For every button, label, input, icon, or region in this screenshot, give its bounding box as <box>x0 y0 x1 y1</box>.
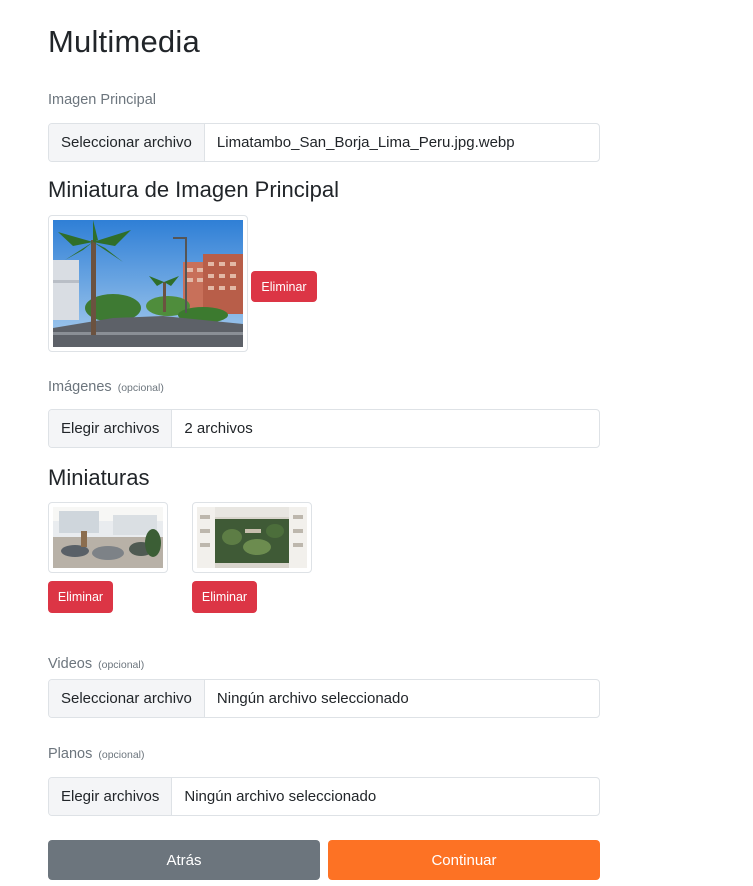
images-choose-button[interactable]: Elegir archivos <box>49 410 173 447</box>
images-file-input[interactable]: Elegir archivos 2 archivos <box>48 409 600 448</box>
plans-optional-hint: (opcional) <box>98 749 145 761</box>
main-image-label: Imagen Principal <box>48 92 156 108</box>
thumbnail-1-image <box>53 507 163 568</box>
main-image-file-input[interactable]: Seleccionar archivo Limatambo_San_Borja_… <box>48 123 600 162</box>
delete-main-thumbnail-button[interactable]: Eliminar <box>251 271 317 302</box>
videos-choose-button[interactable]: Seleccionar archivo <box>49 680 205 717</box>
thumbnail-2-image <box>197 507 307 568</box>
images-optional-hint: (opcional) <box>117 382 164 394</box>
thumbnails-title: Miniaturas <box>48 465 150 490</box>
delete-thumbnail-2-button[interactable]: Eliminar <box>192 581 257 613</box>
plans-file-input[interactable]: Elegir archivos Ningún archivo seleccion… <box>48 777 600 816</box>
images-label: Imágenes (opcional) <box>48 379 164 395</box>
plans-filename: Ningún archivo seleccionado <box>184 788 377 805</box>
plans-label-text: Planos <box>48 746 93 762</box>
back-button[interactable]: Atrás <box>48 840 320 880</box>
videos-label-text: Videos <box>48 656 93 672</box>
main-thumbnail-title: Miniatura de Imagen Principal <box>48 177 340 202</box>
page-title: Multimedia <box>48 24 200 59</box>
main-image-choose-button[interactable]: Seleccionar archivo <box>49 124 205 161</box>
videos-optional-hint: (opcional) <box>98 659 145 671</box>
main-image-filename: Limatambo_San_Borja_Lima_Peru.jpg.webp <box>216 134 515 151</box>
videos-file-input[interactable]: Seleccionar archivo Ningún archivo selec… <box>48 679 600 718</box>
thumbnail-2 <box>192 502 312 573</box>
delete-thumbnail-1-button[interactable]: Eliminar <box>48 581 113 613</box>
main-thumbnail <box>48 215 248 352</box>
continue-button[interactable]: Continuar <box>328 840 600 880</box>
videos-filename: Ningún archivo seleccionado <box>216 690 409 707</box>
images-file-count: 2 archivos <box>184 420 253 437</box>
main-image-label-text: Imagen Principal <box>48 92 156 108</box>
videos-label: Videos (opcional) <box>48 656 144 672</box>
main-thumbnail-image <box>53 220 243 347</box>
images-label-text: Imágenes <box>48 379 112 395</box>
plans-choose-button[interactable]: Elegir archivos <box>49 778 173 815</box>
plans-label: Planos (opcional) <box>48 746 144 762</box>
thumbnail-1 <box>48 502 168 573</box>
